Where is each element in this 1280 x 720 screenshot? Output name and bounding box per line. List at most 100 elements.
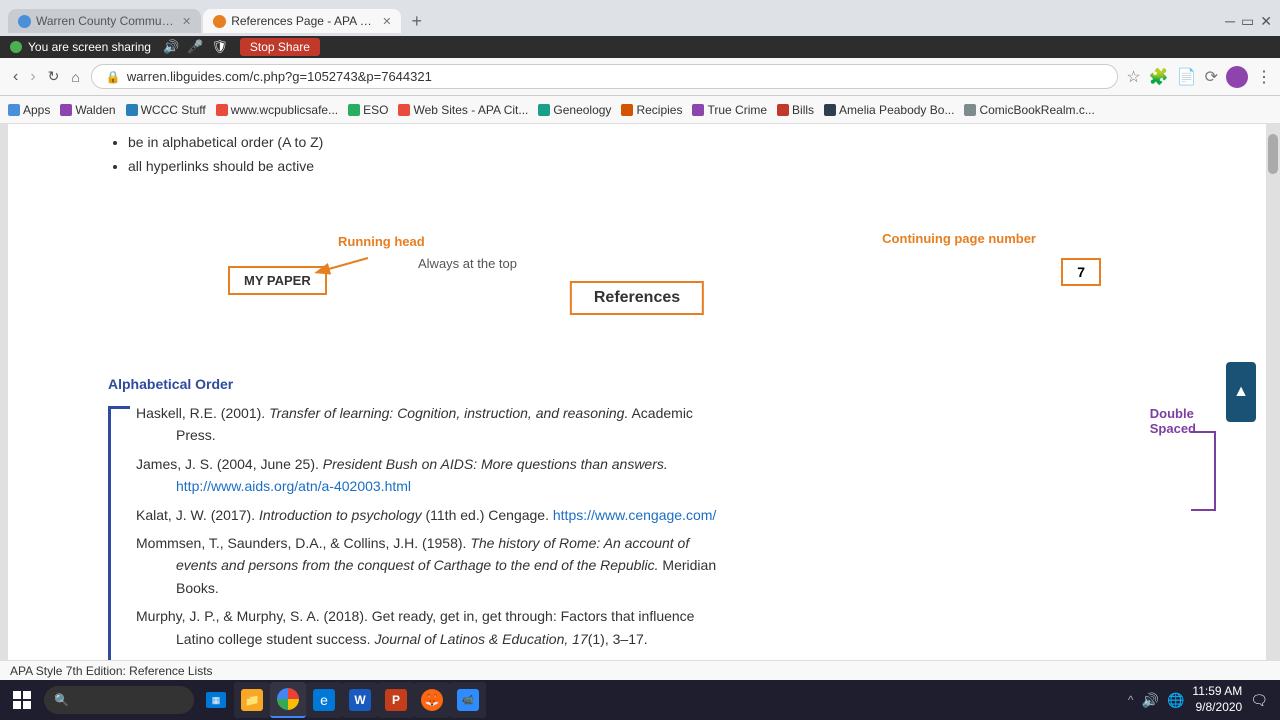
home-button[interactable]: ⌂: [66, 65, 84, 89]
taskbar-item-firefox[interactable]: 🦊: [414, 682, 450, 718]
tray-chevron[interactable]: ^: [1128, 693, 1134, 707]
system-tray: ^ 🔊 🌐 11:59 AM 9/8/2020 🗨: [1128, 684, 1276, 715]
ref-container: Haskell, R.E. (2001). Transfer of learni…: [108, 402, 1166, 660]
start-button[interactable]: [4, 682, 40, 718]
bookmark-wccc[interactable]: WCCC Stuff: [126, 103, 206, 117]
mic-icon[interactable]: 🎤: [187, 39, 203, 55]
bookmark-websites[interactable]: Web Sites - APA Cit...: [398, 103, 528, 117]
title-bar: Warren County Community Colle... ✕ Refer…: [0, 0, 1280, 36]
close-button[interactable]: ✕: [1260, 13, 1272, 30]
tab2-title: References Page - APA 7 Citation...: [231, 14, 376, 28]
kalat-link[interactable]: https://www.cengage.com/: [553, 507, 716, 523]
clock-time: 11:59 AM: [1192, 684, 1242, 700]
mute-icons: 🔊 🎤 🛡: [163, 39, 228, 55]
windows-icon: [13, 691, 31, 709]
tab2-close[interactable]: ✕: [382, 15, 391, 28]
james-authors: James, J. S. (2004, June 25).: [136, 456, 323, 472]
taskbar-item-explorer[interactable]: 📁: [234, 682, 270, 718]
new-tab-button[interactable]: +: [403, 11, 430, 32]
taskbar-item-powerpoint[interactable]: P: [378, 682, 414, 718]
extensions-icon[interactable]: 🧩: [1149, 67, 1169, 87]
taskbar-item-edge[interactable]: e: [306, 682, 342, 718]
bullet-list: be in alphabetical order (A to Z) all hy…: [108, 134, 1166, 174]
reload-button[interactable]: ↻: [43, 65, 65, 89]
sync-icon[interactable]: ⟳: [1205, 67, 1218, 87]
clock[interactable]: 11:59 AM 9/8/2020: [1192, 684, 1242, 715]
back-button[interactable]: ‹: [8, 65, 23, 89]
tray-network[interactable]: 🌐: [1167, 692, 1184, 709]
main-content: be in alphabetical order (A to Z) all hy…: [8, 124, 1266, 660]
stop-share-button[interactable]: Stop Share: [240, 38, 320, 56]
mommsen-pub2: Books.: [176, 580, 219, 596]
bills-favicon: [777, 104, 789, 116]
geneology-favicon: [538, 104, 550, 116]
firefox-icon: 🦊: [421, 689, 443, 711]
maximize-button[interactable]: ▭: [1241, 13, 1254, 30]
ref-entry-haskell: Haskell, R.E. (2001). Transfer of learni…: [136, 402, 1166, 447]
mommsen-pub: Meridian: [659, 557, 717, 573]
audio-icon[interactable]: 🔊: [163, 39, 179, 55]
amelia-label: Amelia Peabody Bo...: [839, 103, 954, 117]
screen-share-dot: [10, 41, 22, 53]
bookmarks-bar: Apps Walden WCCC Stuff www.wcpublicsafe.…: [0, 96, 1280, 124]
tab-active[interactable]: References Page - APA 7 Citation... ✕: [203, 9, 401, 33]
haskell-authors: Haskell, R.E. (2001).: [136, 405, 269, 421]
task-view-button[interactable]: ▦: [198, 682, 234, 718]
page-wrapper: be in alphabetical order (A to Z) all hy…: [0, 124, 1280, 660]
bookmark-eso[interactable]: ESO: [348, 103, 388, 117]
geneology-label: Geneology: [553, 103, 611, 117]
recipies-favicon: [621, 104, 633, 116]
bullet-2: all hyperlinks should be active: [128, 158, 1166, 174]
screen-share-bar: You are screen sharing 🔊 🎤 🛡 Stop Share: [0, 36, 1280, 58]
scrollbar-right[interactable]: [1266, 124, 1280, 660]
tab1-close[interactable]: ✕: [182, 15, 191, 28]
tab1-title: Warren County Community Colle...: [36, 14, 176, 28]
bookmark-truecrime[interactable]: True Crime: [692, 103, 767, 117]
comicbook-favicon: [964, 104, 976, 116]
blue-bracket: [108, 406, 130, 660]
double-spaced-label: Double Spaced: [1150, 406, 1196, 436]
ref-entry-james: James, J. S. (2004, June 25). President …: [136, 453, 1166, 498]
security-icon[interactable]: 🛡: [211, 39, 228, 55]
tray-notification[interactable]: 🗨: [1250, 692, 1268, 709]
kalat-authors: Kalat, J. W. (2017).: [136, 507, 259, 523]
ref-entry-murphy: Murphy, J. P., & Murphy, S. A. (2018). G…: [136, 605, 1166, 650]
taskbar-search[interactable]: 🔍: [44, 686, 194, 714]
minimize-button[interactable]: ─: [1225, 13, 1235, 30]
star-icon[interactable]: ☆: [1126, 67, 1140, 87]
lock-icon: 🔒: [106, 70, 121, 84]
window-controls: ─ ▭ ✕: [1225, 13, 1272, 30]
status-text: APA Style 7th Edition: Reference Lists: [10, 664, 213, 678]
scroll-thumb[interactable]: [1268, 134, 1278, 174]
wcpublic-label: www.wcpublicsafe...: [231, 103, 338, 117]
taskbar-item-zoom[interactable]: 📹: [450, 682, 486, 718]
tray-volume[interactable]: 🔊: [1142, 692, 1159, 709]
wcpublic-favicon: [216, 104, 228, 116]
bookmark-wcpublic[interactable]: www.wcpublicsafe...: [216, 103, 338, 117]
taskbar-item-chrome[interactable]: [270, 682, 306, 718]
profile-icon[interactable]: [1226, 66, 1248, 88]
bookmark-bills[interactable]: Bills: [777, 103, 814, 117]
ref-entry-kalat: Kalat, J. W. (2017). Introduction to psy…: [136, 504, 1166, 526]
bookmark-amelia[interactable]: Amelia Peabody Bo...: [824, 103, 954, 117]
bookmark-recipies[interactable]: Recipies: [621, 103, 682, 117]
menu-icon[interactable]: ⋮: [1256, 67, 1272, 87]
taskbar-item-word[interactable]: W: [342, 682, 378, 718]
alphabetical-order-label: Alphabetical Order: [108, 376, 1166, 392]
taskbar: 🔍 ▦ 📁 e W P 🦊 📹 ^ 🔊 🌐 11:59 AM 9/8/2020 …: [0, 680, 1280, 720]
address-bar[interactable]: 🔒 warren.libguides.com/c.php?g=1052743&p…: [91, 64, 1119, 89]
kalat-title: Introduction to psychology: [259, 507, 422, 523]
truecrime-favicon: [692, 104, 704, 116]
back-to-top-button[interactable]: ▲: [1226, 362, 1256, 422]
nav-right-icons: ☆ 🧩 📄 ⟳ ⋮: [1126, 66, 1272, 88]
bookmark-apps[interactable]: Apps: [8, 103, 50, 117]
james-link[interactable]: http://www.aids.org/atn/a-402003.html: [176, 478, 411, 494]
pdf-icon[interactable]: 📄: [1177, 67, 1197, 87]
forward-button[interactable]: ›: [25, 65, 40, 89]
tab-inactive[interactable]: Warren County Community Colle... ✕: [8, 9, 201, 33]
bookmark-comicbook[interactable]: ComicBookRealm.c...: [964, 103, 1094, 117]
purple-bracket: [1191, 431, 1216, 511]
bookmark-geneology[interactable]: Geneology: [538, 103, 611, 117]
bookmark-walden[interactable]: Walden: [60, 103, 115, 117]
word-icon: W: [349, 689, 371, 711]
